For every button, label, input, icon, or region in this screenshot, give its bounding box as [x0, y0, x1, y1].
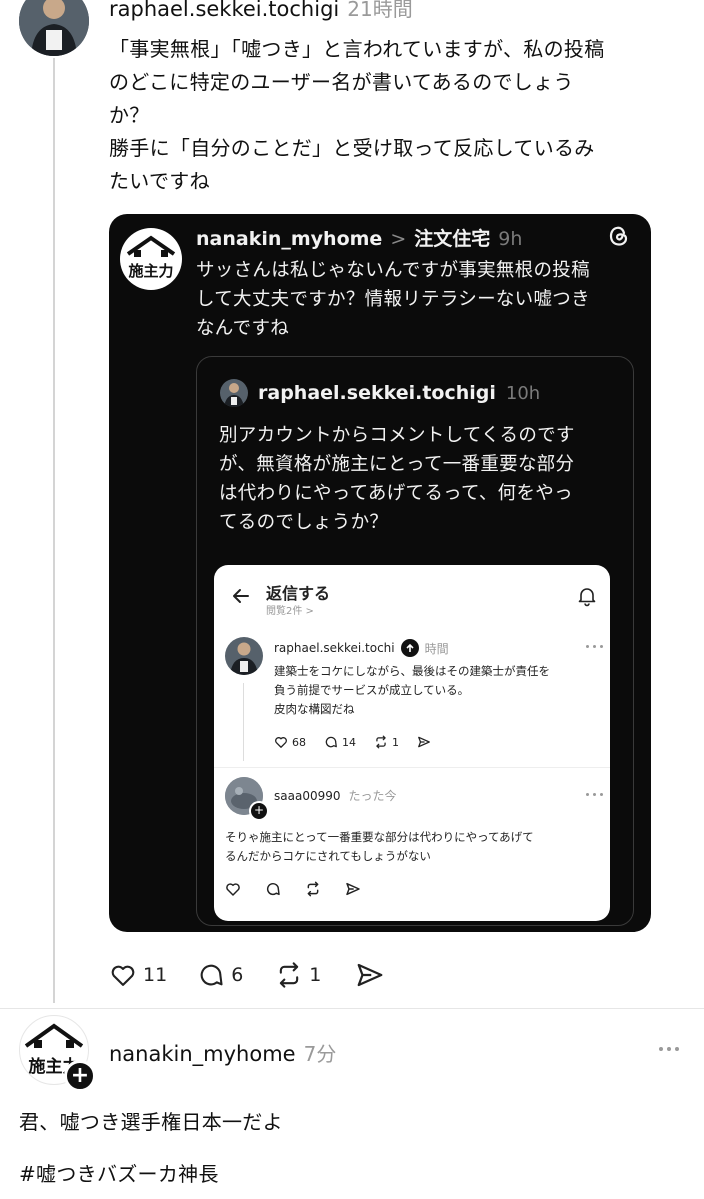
arrow-up-icon	[400, 639, 419, 657]
embedded-avatar: 施主力	[120, 228, 182, 290]
send-icon	[418, 736, 430, 748]
post-username[interactable]: nanakin_myhome	[109, 1042, 296, 1066]
reply-thread-line	[243, 683, 244, 761]
send-icon	[358, 963, 383, 987]
repost-icon	[376, 735, 386, 749]
follow-plus-icon[interactable]: +	[64, 1060, 96, 1092]
more-dots-icon	[586, 645, 603, 648]
embedded-topic: 注文住宅	[414, 228, 491, 250]
embedded-text: サッさんは私じゃないんですが事実無根の投稿 して大丈夫ですか？情報リテラシーない…	[196, 260, 590, 339]
avatar[interactable]	[19, 0, 89, 56]
post-time: 7分	[303, 1042, 337, 1066]
embedded-username: nanakin_myhome	[196, 228, 383, 250]
send-icon	[346, 882, 360, 896]
bell-icon	[576, 585, 598, 607]
comment-icon	[266, 883, 280, 896]
quoted-time: 10h	[505, 382, 541, 404]
embedded-threads-screenshot: 施主力 nanakin_myhome > 注文住宅 9h サッさんは私じゃないん…	[109, 214, 651, 932]
repost-button[interactable]: 1	[275, 961, 321, 989]
like-count: 11	[143, 964, 168, 986]
more-dots-icon	[586, 793, 603, 796]
comment-icon	[200, 964, 223, 986]
repost-icon	[307, 881, 319, 897]
like-button[interactable]: 11	[109, 961, 167, 989]
more-options-icon[interactable]	[659, 1047, 679, 1051]
repost-count: 1	[309, 964, 322, 986]
reply2-time: たった今	[348, 789, 397, 803]
reply1-username: raphael.sekkei.tochi	[274, 641, 395, 655]
reply-button[interactable]: 6	[197, 961, 243, 989]
threads-logo-icon	[607, 224, 631, 248]
reply1-likes: 68	[292, 735, 306, 749]
embedded-avatar-text: 施主力	[128, 262, 174, 280]
back-arrow-icon	[230, 585, 252, 607]
post-divider	[0, 1008, 704, 1009]
reply2-username: saaa00990	[274, 789, 341, 803]
hashtag[interactable]: #嘘つきバズーカ神長	[19, 1158, 219, 1187]
embedded-time: 9h	[498, 228, 523, 250]
post-time: 21時間	[347, 0, 413, 21]
post-text-line1: 君、嘘つき選手権日本一だよ	[19, 1110, 283, 1134]
reply1-reposts: 1	[392, 735, 399, 749]
post-username[interactable]: raphael.sekkei.tochigi	[109, 0, 339, 21]
quoted-avatar	[220, 379, 248, 407]
heart-icon	[226, 883, 240, 896]
heart-icon	[275, 737, 287, 748]
quoted-username: raphael.sekkei.tochigi	[258, 382, 496, 404]
chevron-right-icon: >	[390, 228, 407, 250]
inner-header-title: 返信する	[266, 584, 331, 603]
reply1-replies: 14	[342, 735, 356, 749]
reply1-avatar	[225, 637, 263, 675]
inner-screenshot: 返信する 閲覧2件 > raphael.sekkei.tochi 時間 建築士を…	[214, 565, 610, 921]
post-text: 「事実無根」「嘘つき」と言われていますが、私の投稿 のどこに特定のユーザー名が書…	[109, 37, 605, 193]
inner-header-sub: 閲覧2件 >	[266, 606, 314, 617]
heart-icon	[111, 965, 135, 986]
reply1-time: 時間	[424, 641, 449, 656]
reply-count: 6	[231, 964, 244, 986]
follow-plus-icon: +	[249, 801, 269, 821]
reply2-text: そりゃ施主にとって一番重要な部分は代わりにやってあげて るんだからコケにされても…	[225, 830, 534, 863]
share-button[interactable]	[355, 960, 385, 990]
divider	[214, 767, 610, 768]
reply1-text: 建築士をコケにしながら、最後はその建築士が責任を 負う前提でサービスが成立してい…	[274, 664, 550, 716]
comment-icon	[325, 736, 337, 748]
thread-line	[53, 58, 55, 1003]
quoted-text: 別アカウントからコメントしてくるのです が、無資格が施主にとって一番重要な部分 …	[219, 425, 575, 533]
repost-icon	[280, 962, 299, 988]
